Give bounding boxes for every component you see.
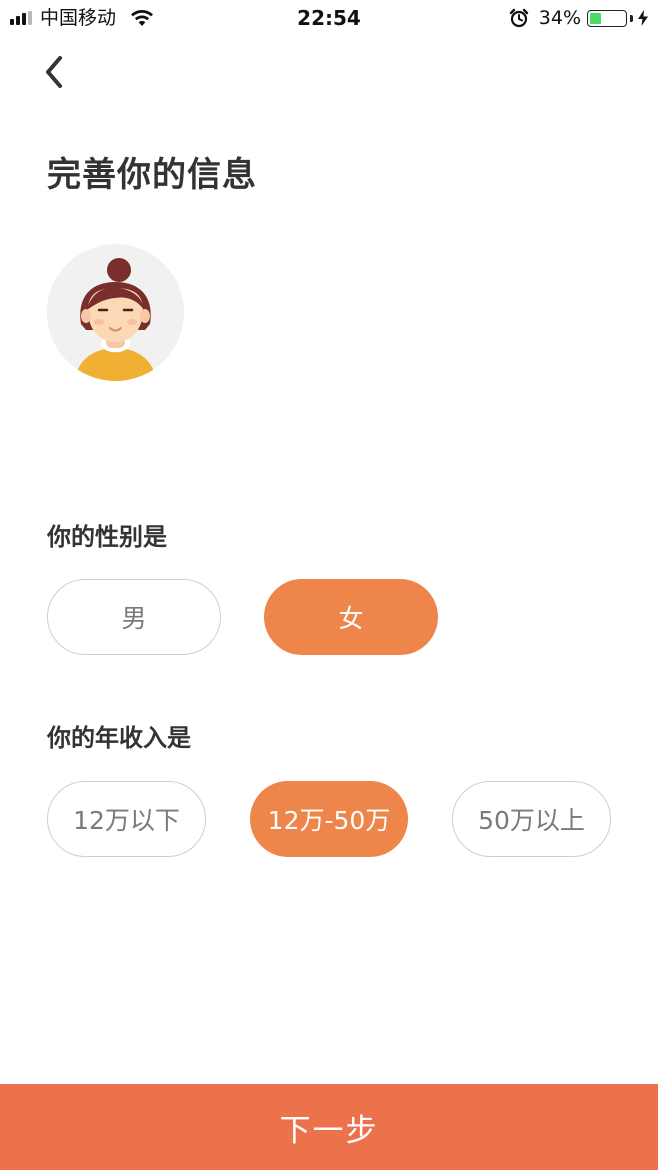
gender-option-label: 男 — [121, 604, 147, 633]
alarm-icon — [509, 8, 529, 28]
income-option-below-12w[interactable]: 12万以下 — [47, 781, 206, 857]
page-title: 完善你的信息 — [47, 155, 257, 195]
income-option-12w-50w[interactable]: 12万-50万 — [250, 781, 408, 857]
income-option-label: 12万以下 — [73, 806, 180, 835]
next-step-button[interactable]: 下一步 — [0, 1084, 658, 1170]
gender-option-female[interactable]: 女 — [264, 579, 438, 655]
back-button[interactable] — [36, 52, 72, 92]
gender-option-label: 女 — [338, 604, 364, 633]
next-step-label: 下一步 — [279, 1112, 379, 1149]
status-bar: 中国移动 22:54 34% — [0, 0, 658, 36]
income-option-label: 50万以上 — [478, 806, 585, 835]
battery-cap — [630, 14, 633, 22]
charging-bolt-icon — [638, 10, 648, 26]
status-bar-right: 34% — [509, 6, 648, 30]
avatar[interactable] — [47, 244, 184, 381]
battery-icon — [587, 9, 627, 27]
income-option-label: 12万-50万 — [267, 806, 391, 835]
income-option-above-50w[interactable]: 50万以上 — [452, 781, 611, 857]
gender-label: 你的性别是 — [47, 523, 167, 551]
gender-option-male[interactable]: 男 — [47, 579, 221, 655]
income-label: 你的年收入是 — [47, 724, 191, 752]
chevron-left-icon — [46, 56, 62, 88]
battery-level-fill — [590, 12, 601, 24]
battery-percent: 34% — [538, 7, 581, 29]
girl-avatar-icon — [47, 244, 184, 381]
